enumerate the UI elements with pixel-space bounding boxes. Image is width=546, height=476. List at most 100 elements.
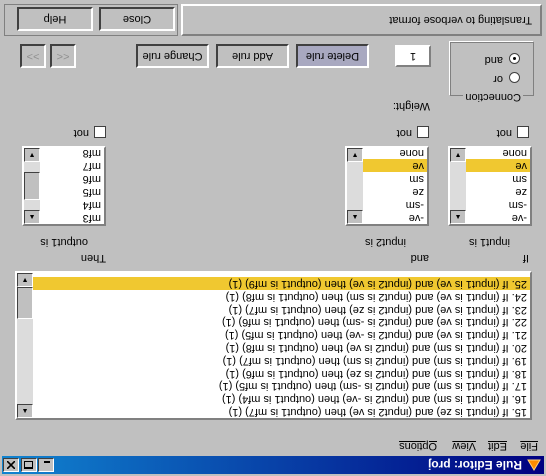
input2-scrollbar[interactable]: ▲ ▼ bbox=[347, 148, 363, 224]
input2-options: -ve -sm ze sm ve none bbox=[363, 146, 427, 224]
output1-option[interactable]: mf3 bbox=[40, 211, 104, 224]
or-radio[interactable] bbox=[509, 72, 520, 83]
close-button-label: Close bbox=[122, 13, 152, 25]
rule-item[interactable]: 17. If (input1 is sm) and (input2 is -sm… bbox=[33, 380, 530, 392]
input1-not-label: not bbox=[496, 127, 512, 139]
if-label: If bbox=[522, 252, 529, 264]
menu-file-label: File bbox=[520, 440, 538, 452]
prev-rule-label: << bbox=[56, 50, 70, 62]
output1-scroll-up-icon[interactable]: ▲ bbox=[24, 210, 40, 224]
status-text: Translating to verbose format bbox=[389, 14, 532, 26]
output1-option[interactable]: mf7 bbox=[40, 159, 104, 172]
input2-scroll-up-icon[interactable]: ▲ bbox=[347, 210, 363, 224]
or-label: or bbox=[493, 73, 503, 85]
input2-listbox[interactable]: -ve -sm ze sm ve none ▲ ▼ bbox=[345, 146, 429, 226]
menu-edit[interactable]: Edit bbox=[488, 440, 507, 452]
input2-scroll-down-icon[interactable]: ▼ bbox=[347, 148, 363, 162]
input2-not-label: not bbox=[396, 127, 412, 139]
close-icon[interactable] bbox=[3, 458, 19, 472]
output1-option[interactable]: mf4 bbox=[40, 198, 104, 211]
rule-item[interactable]: 15. If (input1 is ze) and (input2 is ve)… bbox=[33, 405, 530, 418]
rules-list[interactable]: 15. If (input1 is ze) and (input2 is ve)… bbox=[15, 271, 532, 420]
input1-scrollbar[interactable]: ▲ ▼ bbox=[450, 148, 466, 224]
input2-label: input2 is bbox=[365, 236, 406, 248]
input2-option[interactable]: -sm bbox=[363, 198, 427, 211]
scroll-down-icon[interactable]: ▼ bbox=[17, 273, 33, 287]
add-rule-label: Add rule bbox=[232, 50, 273, 62]
output1-listbox[interactable]: mf3 mf4 mf5 mf6 mf7 mf8 ▲ ▼ bbox=[22, 146, 106, 226]
maximize-icon[interactable] bbox=[21, 458, 37, 472]
output1-label: output1 is bbox=[40, 236, 88, 248]
input2-option[interactable]: none bbox=[363, 146, 427, 159]
and-label: and bbox=[410, 252, 429, 264]
input1-scroll-down-icon[interactable]: ▼ bbox=[450, 148, 466, 162]
menu-view[interactable]: View bbox=[452, 440, 476, 452]
output1-scroll-thumb[interactable] bbox=[24, 172, 40, 200]
and-radio[interactable] bbox=[509, 53, 520, 64]
input2-option[interactable]: sm bbox=[363, 172, 427, 185]
output1-not-label: not bbox=[73, 127, 89, 139]
menu-view-label: View bbox=[452, 440, 476, 452]
input1-option[interactable]: ze bbox=[466, 185, 530, 198]
minimize-icon[interactable] bbox=[38, 458, 54, 472]
scroll-thumb[interactable] bbox=[17, 287, 33, 319]
rules-list-body: 15. If (input1 is ze) and (input2 is ve)… bbox=[33, 277, 530, 418]
output1-scrollbar[interactable]: ▲ ▼ bbox=[24, 148, 40, 224]
close-button[interactable]: Close bbox=[99, 7, 175, 31]
rule-item[interactable]: 19. If (input1 is sm) and (input2 is sm)… bbox=[33, 354, 530, 367]
input1-scroll-up-icon[interactable]: ▲ bbox=[450, 210, 466, 224]
window-title: Rule Editor: proj bbox=[428, 458, 522, 472]
delete-rule-label: Delete rule bbox=[305, 50, 360, 62]
menu-bar: File Edit View Options bbox=[2, 436, 544, 454]
output1-option[interactable]: mf5 bbox=[40, 185, 104, 198]
title-bar[interactable]: Rule Editor: proj bbox=[2, 456, 544, 474]
help-close-frame: Close Help bbox=[4, 4, 178, 36]
change-rule-button[interactable]: Change rule bbox=[136, 44, 209, 68]
rule-item[interactable]: 24. If (input1 is ve) and (input2 is sm)… bbox=[33, 290, 530, 303]
input1-not-checkbox[interactable] bbox=[517, 126, 529, 138]
output1-options: mf3 mf4 mf5 mf6 mf7 mf8 bbox=[40, 146, 104, 224]
input2-option[interactable]: ve bbox=[363, 159, 427, 172]
rule-item[interactable]: 18. If (input1 is sm) and (input2 is ze)… bbox=[33, 367, 530, 380]
input1-option[interactable]: ve bbox=[466, 159, 530, 172]
status-bar: Translating to verbose format bbox=[181, 4, 542, 36]
menu-edit-label: Edit bbox=[488, 440, 507, 452]
input1-option[interactable]: none bbox=[466, 146, 530, 159]
output1-not-checkbox[interactable] bbox=[94, 126, 106, 138]
help-button[interactable]: Help bbox=[17, 7, 93, 31]
then-label: Then bbox=[80, 252, 106, 264]
delete-rule-button[interactable]: Delete rule bbox=[296, 44, 369, 68]
connection-label: Connection bbox=[463, 91, 523, 103]
add-rule-button[interactable]: Add rule bbox=[216, 44, 289, 68]
menu-options[interactable]: Options bbox=[399, 440, 437, 452]
input1-option[interactable]: sm bbox=[466, 172, 530, 185]
next-rule-button[interactable]: >> bbox=[20, 44, 46, 68]
rule-item[interactable]: 22. If (input1 is ve) and (input2 is -sm… bbox=[33, 316, 530, 328]
input1-option[interactable]: -sm bbox=[466, 198, 530, 211]
help-button-label: Help bbox=[43, 13, 67, 25]
change-rule-label: Change rule bbox=[142, 50, 203, 62]
input1-label: input1 is bbox=[469, 236, 510, 248]
input1-option[interactable]: -ve bbox=[466, 211, 530, 224]
input1-listbox[interactable]: -ve -sm ze sm ve none ▲ ▼ bbox=[448, 146, 532, 226]
rule-item[interactable]: 25. If (input1 is ve) and (input2 is ve)… bbox=[33, 277, 530, 291]
and-radio-dot bbox=[513, 57, 516, 60]
rules-scrollbar[interactable]: ▲ ▼ bbox=[17, 273, 33, 418]
output1-option[interactable]: mf6 bbox=[40, 172, 104, 185]
scroll-up-icon[interactable]: ▲ bbox=[17, 404, 33, 418]
rule-item[interactable]: 21. If (input1 is ve) and (input2 is -ve… bbox=[33, 328, 530, 341]
output1-scroll-down-icon[interactable]: ▼ bbox=[24, 148, 40, 162]
input2-option[interactable]: -ve bbox=[363, 211, 427, 224]
weight-input[interactable]: 1 bbox=[395, 45, 431, 67]
input2-not-checkbox[interactable] bbox=[417, 126, 429, 138]
menu-options-label: Options bbox=[399, 440, 437, 452]
output1-option[interactable]: mf8 bbox=[40, 146, 104, 159]
rule-item[interactable]: 16. If (input1 is sm) and (input2 is -ve… bbox=[33, 392, 530, 405]
menu-file[interactable]: File bbox=[520, 440, 538, 452]
rule-item[interactable]: 20. If (input1 is sm) and (input2 is ve)… bbox=[33, 341, 530, 354]
input2-option[interactable]: ze bbox=[363, 185, 427, 198]
prev-rule-button[interactable]: << bbox=[50, 44, 76, 68]
next-rule-label: >> bbox=[26, 50, 40, 62]
and-radio-label: and bbox=[484, 54, 503, 66]
rule-item[interactable]: 23. If (input1 is ve) and (input2 is ze)… bbox=[33, 303, 530, 316]
